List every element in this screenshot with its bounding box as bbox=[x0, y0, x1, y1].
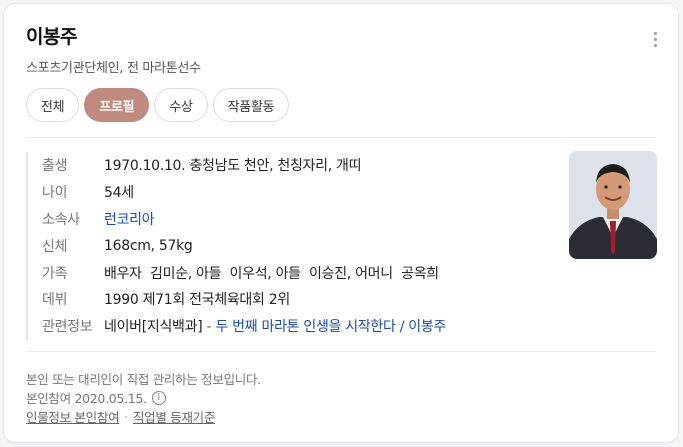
profile-photo[interactable] bbox=[569, 151, 657, 259]
body-label: 신체 bbox=[42, 238, 68, 255]
age-value: 54세 bbox=[104, 185, 134, 202]
related-value: 네이버[지식백과] - 두 번째 마라톤 인생을 시작한다 / 이봉주 bbox=[104, 316, 446, 336]
person-description: 스포츠기관단체인, 전 마라톤선수 bbox=[26, 61, 201, 76]
info-icon[interactable]: i bbox=[151, 390, 166, 405]
info-row-body: 신체 168cm, 57kg bbox=[42, 232, 446, 259]
related-separator: - bbox=[202, 319, 216, 336]
person-info-participation-link[interactable]: 인물정보 본인참여 bbox=[26, 407, 120, 426]
footer: 본인 또는 대리인이 직접 관리하는 정보입니다. 본인참여 2020.05.1… bbox=[26, 369, 261, 426]
related-source: 네이버[지식백과] bbox=[104, 319, 203, 336]
related-article-link[interactable]: 두 번째 마라톤 인생을 시작한다 / 이봉주 bbox=[215, 319, 446, 335]
info-row-debut: 데뷔 1990 제71회 전국체육대회 2위 bbox=[42, 286, 446, 313]
debut-label: 데뷔 bbox=[42, 292, 68, 309]
info-row-related: 관련정보 네이버[지식백과] - 두 번째 마라톤 인생을 시작한다 / 이봉주 bbox=[42, 313, 446, 340]
agency-label: 소속사 bbox=[42, 211, 80, 228]
family-label: 가족 bbox=[42, 265, 68, 282]
agency-link[interactable]: 런코리아 bbox=[104, 209, 155, 229]
person-name[interactable]: 이봉주 bbox=[26, 22, 201, 49]
debut-value: 1990 제71회 전국체육대회 2위 bbox=[104, 292, 290, 309]
profile-header: 이봉주 스포츠기관단체인, 전 마라톤선수 bbox=[26, 22, 201, 76]
tab-all[interactable]: 전체 bbox=[26, 88, 80, 122]
managed-notice: 본인 또는 대리인이 직접 관리하는 정보입니다. bbox=[26, 372, 261, 387]
tab-works[interactable]: 작품활동 bbox=[212, 88, 290, 122]
footer-separator: · bbox=[124, 409, 128, 424]
profile-info-list: 출생 1970.10.10. 충청남도 천안, 천칭자리, 개띠 나이 54세 … bbox=[26, 152, 446, 340]
tab-profile[interactable]: 프로필 bbox=[84, 88, 150, 122]
info-row-family: 가족 배우자 김미순, 아들 이우석, 아들 이승진, 어머니 공옥희 bbox=[42, 259, 446, 286]
info-row-birth: 출생 1970.10.10. 충청남도 천안, 천칭자리, 개띠 bbox=[42, 152, 446, 179]
more-options-icon[interactable] bbox=[652, 32, 658, 50]
family-value: 배우자 김미순, 아들 이우석, 아들 이승진, 어머니 공옥희 bbox=[104, 265, 439, 282]
profile-card: 이봉주 스포츠기관단체인, 전 마라톤선수 전체 프로필 수상 작품활동 출생 … bbox=[3, 3, 679, 443]
info-row-agency: 소속사 런코리아 bbox=[42, 206, 446, 233]
listing-criteria-link[interactable]: 직업별 등재기준 bbox=[133, 407, 215, 426]
birth-label: 출생 bbox=[42, 158, 68, 175]
verified-date: 본인참여 2020.05.15. bbox=[26, 391, 147, 406]
birth-value: 1970.10.10. 충청남도 천안, 천칭자리, 개띠 bbox=[104, 158, 362, 175]
age-label: 나이 bbox=[42, 185, 68, 202]
related-label: 관련정보 bbox=[42, 319, 93, 336]
person-portrait-image bbox=[569, 151, 657, 259]
tab-awards[interactable]: 수상 bbox=[154, 88, 208, 122]
info-row-age: 나이 54세 bbox=[42, 179, 446, 206]
divider bbox=[26, 351, 656, 352]
divider bbox=[26, 137, 656, 138]
tab-bar: 전체 프로필 수상 작품활동 bbox=[26, 88, 290, 122]
body-value: 168cm, 57kg bbox=[104, 237, 193, 254]
